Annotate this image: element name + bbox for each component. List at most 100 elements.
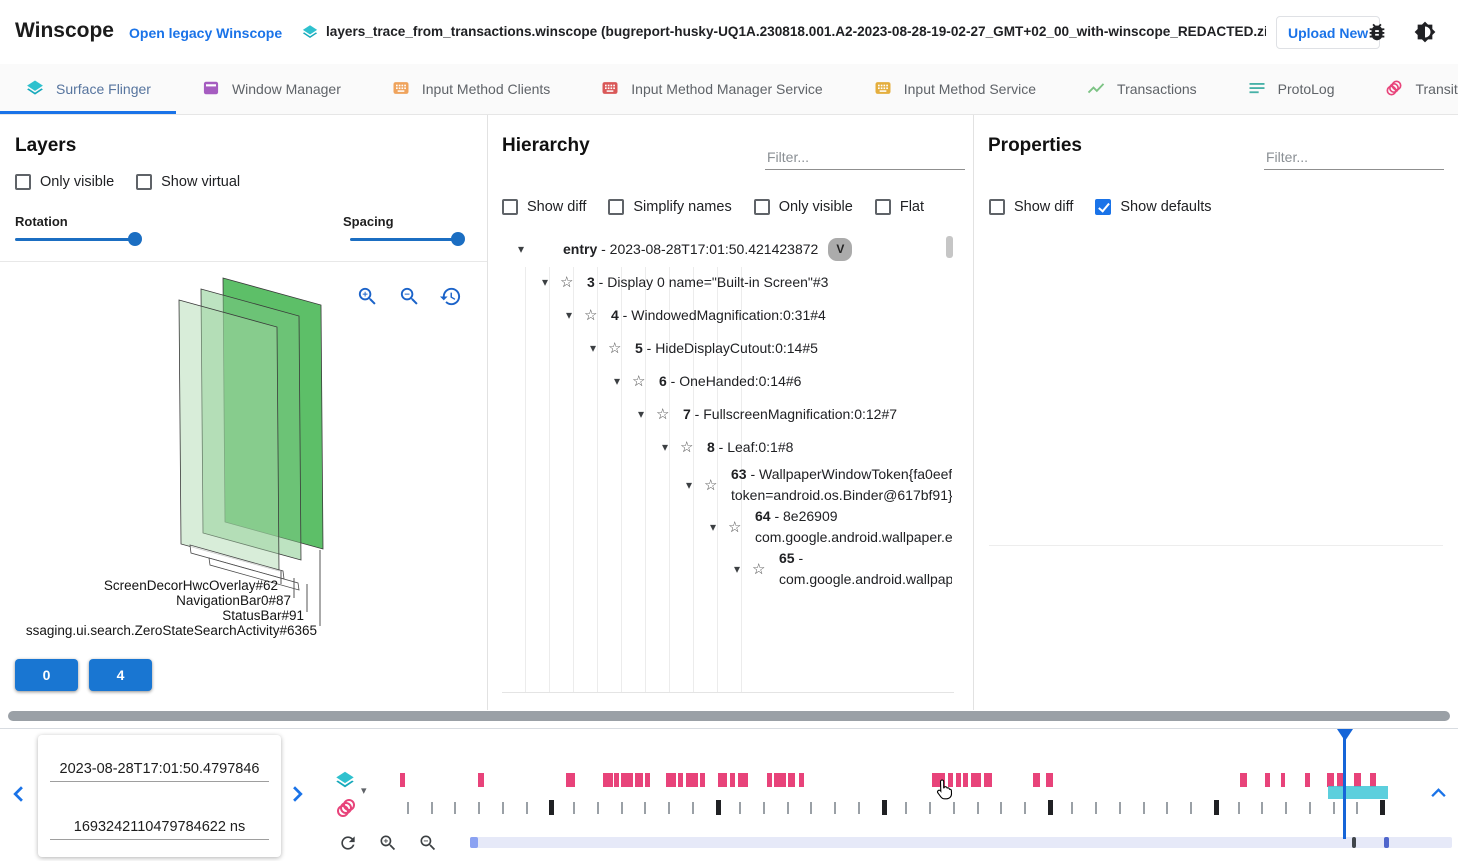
- tab-window-manager[interactable]: Window Manager: [176, 64, 366, 114]
- slider-thumb[interactable]: [128, 232, 142, 246]
- tab-input-method-clients[interactable]: Input Method Clients: [366, 64, 575, 114]
- trace-tick-mark[interactable]: [573, 802, 575, 814]
- star-icon[interactable]: ☆: [728, 517, 746, 538]
- expand-arrow-icon[interactable]: ▾: [686, 475, 704, 496]
- expand-arrow-icon[interactable]: ▾: [518, 239, 536, 260]
- checkbox[interactable]: [608, 199, 624, 215]
- tree-node[interactable]: ▾☆4 - WindowedMagnification:0:31#4: [502, 299, 952, 332]
- range-strip-dark-tick[interactable]: [1352, 837, 1356, 848]
- show-diff-checkbox[interactable]: Show diff: [502, 199, 586, 215]
- trace-event-mark[interactable]: [1046, 773, 1053, 787]
- trace-tick-mark[interactable]: [1190, 802, 1192, 814]
- simplify-names-checkbox[interactable]: Simplify names: [608, 199, 731, 215]
- trace-event-mark[interactable]: [788, 773, 795, 787]
- tab-input-method-service[interactable]: Input Method Service: [848, 64, 1061, 114]
- checkbox[interactable]: [502, 199, 518, 215]
- trace-event-mark[interactable]: [730, 773, 735, 787]
- trace-event-mark[interactable]: [1033, 773, 1040, 787]
- trace-tick-mark[interactable]: [953, 802, 955, 814]
- tab-surface-flinger[interactable]: Surface Flinger: [0, 64, 176, 114]
- trace-tick-mark[interactable]: [478, 802, 480, 814]
- trace-tick-mark[interactable]: [1000, 802, 1002, 814]
- trace-tick-mark[interactable]: [1048, 800, 1053, 815]
- trace-tick-mark[interactable]: [905, 802, 907, 814]
- trace-tick-mark[interactable]: [431, 802, 433, 814]
- trace-tick-mark[interactable]: [1166, 802, 1168, 814]
- trace-event-mark[interactable]: [984, 773, 992, 787]
- trace-event-mark[interactable]: [932, 773, 945, 787]
- trace-tick-mark[interactable]: [644, 802, 646, 814]
- star-icon[interactable]: ☆: [680, 437, 698, 458]
- trace-event-mark[interactable]: [678, 773, 683, 787]
- trace-event-mark[interactable]: [1265, 773, 1270, 787]
- trace-tick-mark[interactable]: [1261, 802, 1263, 814]
- tab-protolog[interactable]: ProtoLog: [1222, 64, 1360, 114]
- trace-tick-mark[interactable]: [1119, 802, 1121, 814]
- only-visible-checkbox[interactable]: Only visible: [15, 174, 114, 190]
- trace-event-mark[interactable]: [738, 773, 748, 787]
- star-icon[interactable]: ☆: [560, 272, 578, 293]
- show-diff-checkbox[interactable]: Show diff: [989, 199, 1073, 215]
- checkbox[interactable]: [754, 199, 770, 215]
- trace-tick-mark[interactable]: [621, 802, 623, 814]
- trace-tick-mark[interactable]: [692, 802, 694, 814]
- trace-tick-mark[interactable]: [1095, 802, 1097, 814]
- trace-tick-mark[interactable]: [668, 802, 670, 814]
- trace-event-mark[interactable]: [566, 773, 575, 787]
- expand-arrow-icon[interactable]: ▾: [710, 517, 728, 538]
- trace-event-mark[interactable]: [1240, 773, 1247, 787]
- trace-tick-mark[interactable]: [1071, 802, 1073, 814]
- trace-tick-mark[interactable]: [549, 800, 554, 815]
- trace-event-mark[interactable]: [1281, 773, 1285, 787]
- tab-transitions[interactable]: Transitions: [1359, 64, 1458, 114]
- star-icon[interactable]: ☆: [608, 338, 626, 359]
- checkbox[interactable]: [15, 174, 31, 190]
- trace-event-mark[interactable]: [767, 773, 772, 787]
- trace-tick-mark[interactable]: [1380, 800, 1385, 815]
- bug-report-icon[interactable]: [1366, 21, 1388, 48]
- display-button-0[interactable]: 0: [15, 659, 78, 691]
- show-virtual-checkbox[interactable]: Show virtual: [136, 174, 240, 190]
- trace-tick-mark[interactable]: [1214, 800, 1219, 815]
- trace-event-mark[interactable]: [956, 773, 961, 787]
- dark-mode-icon[interactable]: [1414, 21, 1436, 48]
- trace-tick-mark[interactable]: [454, 802, 456, 814]
- range-strip-track[interactable]: [470, 837, 1452, 848]
- tree-node[interactable]: ▾☆7 - FullscreenMagnification:0:12#7: [502, 398, 952, 431]
- expand-arrow-icon[interactable]: ▾: [566, 305, 584, 326]
- trace-event-mark[interactable]: [718, 773, 727, 787]
- trace-tick-mark[interactable]: [810, 802, 812, 814]
- star-icon[interactable]: ☆: [632, 371, 650, 392]
- star-icon[interactable]: ☆: [704, 475, 722, 496]
- horizontal-scrollbar[interactable]: [8, 711, 1450, 721]
- tab-input-method-manager-service[interactable]: Input Method Manager Service: [575, 64, 847, 114]
- display-button-4[interactable]: 4: [89, 659, 152, 691]
- flat-checkbox[interactable]: Flat: [875, 199, 924, 215]
- timeline-selection[interactable]: [1328, 786, 1388, 799]
- trace-event-mark[interactable]: [1305, 773, 1310, 787]
- timeline-cursor-handle[interactable]: [1337, 729, 1353, 741]
- expand-arrow-icon[interactable]: ▾: [662, 437, 680, 458]
- tree-node[interactable]: ▾☆64 - 8e26909 com.google.android.wallpa…: [502, 506, 952, 548]
- trace-event-mark[interactable]: [400, 773, 405, 787]
- trace-event-mark[interactable]: [1354, 773, 1361, 787]
- hierarchy-scrollbar[interactable]: [946, 236, 953, 258]
- trace-tick-mark[interactable]: [1143, 802, 1145, 814]
- trace-tick-mark[interactable]: [763, 802, 765, 814]
- expand-arrow-icon[interactable]: ▾: [614, 371, 632, 392]
- only-visible-checkbox[interactable]: Only visible: [754, 199, 853, 215]
- trace-event-mark[interactable]: [645, 773, 650, 787]
- expand-arrow-icon[interactable]: ▾: [638, 404, 656, 425]
- expand-arrow-icon[interactable]: ▾: [734, 559, 752, 580]
- trace-event-mark[interactable]: [635, 773, 643, 787]
- upload-new-button[interactable]: Upload New: [1276, 16, 1380, 49]
- trace-tick-mark[interactable]: [1356, 802, 1358, 814]
- range-strip-blue-tick[interactable]: [1384, 837, 1389, 848]
- trace-tick-mark[interactable]: [977, 802, 979, 814]
- trace-tick-mark[interactable]: [858, 802, 860, 814]
- trace-event-mark[interactable]: [700, 773, 705, 787]
- range-strip-marker[interactable]: [470, 837, 478, 848]
- trace-tick-mark[interactable]: [834, 802, 836, 814]
- trace-event-mark[interactable]: [603, 773, 613, 787]
- tree-node[interactable]: ▾☆65 - com.google.android.wallpaper.effe…: [502, 548, 952, 590]
